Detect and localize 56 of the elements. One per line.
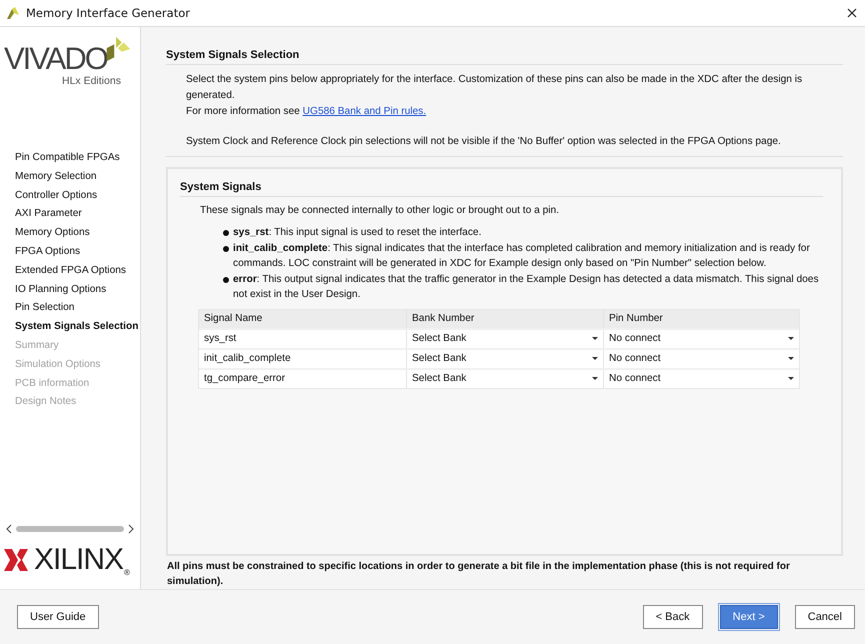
close-icon	[847, 8, 857, 18]
dialog-button[interactable]: Cancel	[794, 605, 855, 629]
bullet-text: error: This output signal indicates that the traffic generator in the Example Design has detected a data mismatch. This signal does not exist in the User Design.	[233, 272, 820, 302]
panel-heading: System Signals	[180, 180, 262, 195]
column-header: Bank Number	[406, 310, 603, 328]
column-header: Pin Number	[603, 310, 799, 328]
bank-dropdown[interactable]: Select Bank	[406, 330, 603, 348]
caret-icon	[592, 376, 598, 381]
logo-wordmark: VIVADO	[4, 43, 107, 75]
dialog-button[interactable]: Next >	[720, 605, 778, 629]
nav-item[interactable]: System Signals Selection	[15, 318, 138, 337]
table-cell-text: tg_compare_error	[203, 372, 286, 386]
chevron-left-icon	[6, 524, 12, 534]
pin-dropdown[interactable]: No connect	[603, 370, 799, 388]
nav-item[interactable]: IO Planning Options	[15, 280, 106, 300]
doc-link[interactable]: UG586 Bank and Pin rules.	[302, 106, 426, 117]
bullet-text: init_calib_complete: This signal indicates that the interface has completed calibration and memory initialization and is ready for commands. LOC constraint will be generated in XDC for Example design only based on "Pin Number" selection below.	[233, 242, 811, 271]
nav-item[interactable]: FPGA Options	[15, 242, 80, 262]
caret-icon	[592, 356, 598, 361]
pin-dropdown[interactable]: No connect	[603, 330, 799, 348]
panel-description: These signals may be connected internally to other logic or brought out to a pin.	[199, 204, 560, 216]
nav-item[interactable]: Controller Options	[15, 186, 98, 206]
bank-dropdown[interactable]: Select Bank	[406, 350, 603, 368]
caret-icon	[788, 356, 794, 361]
bank-dropdown[interactable]: Select Bank	[406, 370, 603, 388]
app-icon	[6, 6, 20, 20]
caret-icon	[788, 336, 794, 341]
registered-mark: ®	[124, 568, 130, 577]
pin-dropdown[interactable]: No connect	[603, 350, 799, 368]
dialog-button[interactable]: < Back	[642, 605, 703, 629]
intro-text: Select the system pins below appropriately for the interface. Customization of these pins can also be made in the XDC after the design is generated.	[186, 72, 804, 103]
nav-item[interactable]: Memory Selection	[15, 168, 97, 187]
nav-item[interactable]: Memory Options	[15, 224, 90, 243]
logo-mark-icon	[3, 547, 29, 573]
bullet-dot	[223, 246, 229, 252]
table-cell-text: init_calib_complete	[203, 352, 292, 366]
table-cell-text: sys_rst	[203, 332, 238, 346]
nav-item[interactable]: Pin Selection	[15, 299, 74, 318]
info-text: For more information see	[186, 106, 300, 117]
caret-icon	[788, 376, 794, 381]
caret-icon	[592, 336, 598, 341]
window-title: Memory Interface Generator	[26, 6, 191, 20]
nav-item[interactable]: Pin Compatible FPGAs	[15, 149, 120, 168]
logo-wordmark: XILINX	[34, 543, 124, 577]
bullet-dot	[223, 230, 229, 236]
nav-item[interactable]: Extended FPGA Options	[15, 262, 126, 281]
clock-note: System Clock and Reference Clock pin selections will not be visible if the 'No Buffer' option was selected in the FPGA Options page.	[186, 134, 782, 149]
logo-edition: HLx Editions	[62, 75, 122, 88]
bullet-text: sys_rst: This input signal is used to reset the interface.	[233, 226, 482, 240]
dialog-button[interactable]: User Guide	[17, 605, 99, 629]
chevron-right-icon	[128, 524, 134, 534]
nav-item[interactable]: AXI Parameter	[15, 205, 82, 224]
section-heading: System Signals Selection	[166, 49, 300, 63]
footnote-text: All pins must be constrained to specific locations in order to generate a bit file in the implementation phase (this is not required for simulation).	[166, 560, 791, 589]
column-header: Signal Name	[203, 312, 264, 326]
bullet-dot	[223, 276, 229, 283]
